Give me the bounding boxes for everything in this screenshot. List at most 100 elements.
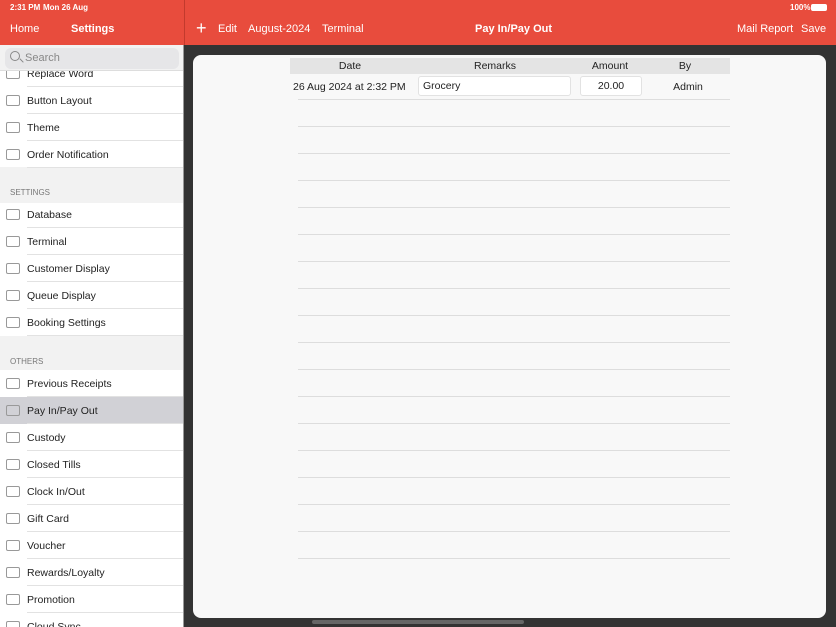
- clock-in-out-icon: [6, 486, 20, 497]
- sidebar-item-cloud-sync[interactable]: Cloud Sync: [0, 613, 183, 627]
- row-separator: [298, 558, 730, 559]
- settings-title: Settings: [71, 23, 115, 35]
- sidebar-item-promotion[interactable]: Promotion: [0, 586, 183, 613]
- row-separator: [298, 450, 730, 451]
- row-separator: [298, 342, 730, 343]
- previous-receipts-icon: [6, 378, 20, 389]
- row-separator: [298, 423, 730, 424]
- home-button[interactable]: Home: [10, 23, 39, 35]
- sidebar-item-label: Theme: [27, 121, 60, 134]
- sidebar-item-customer-display[interactable]: Customer Display: [0, 255, 183, 282]
- sidebar-item-label: Previous Receipts: [27, 377, 112, 390]
- add-icon[interactable]: +: [196, 18, 207, 39]
- sidebar-item-queue-display[interactable]: Queue Display: [0, 282, 183, 309]
- sidebar-item-label: Custody: [27, 431, 66, 444]
- search-icon: [10, 51, 20, 61]
- sidebar-item-terminal[interactable]: Terminal: [0, 228, 183, 255]
- sidebar-item-label: Voucher: [27, 539, 66, 552]
- row-separator: [298, 261, 730, 262]
- sidebar-item-booking-settings[interactable]: Booking Settings: [0, 309, 183, 336]
- status-time: 2:31 PM: [10, 3, 41, 12]
- sidebar: Search SETTINGS OTHERS Replace Word Butto…: [0, 45, 184, 627]
- battery-level: 100%: [790, 3, 811, 12]
- status-date: Mon 26 Aug: [43, 3, 89, 12]
- customer-display-icon: [6, 263, 20, 274]
- custody-icon: [6, 432, 20, 443]
- row-separator: [298, 126, 730, 127]
- sidebar-item-order-notification[interactable]: Order Notification: [0, 141, 183, 168]
- row-separator: [298, 99, 730, 100]
- edit-button[interactable]: Edit: [218, 23, 237, 35]
- row-date: 26 Aug 2024 at 2:32 PM: [293, 81, 406, 93]
- divider: [184, 0, 185, 45]
- sidebar-item-button-layout[interactable]: Button Layout: [0, 87, 183, 114]
- remarks-input[interactable]: Grocery: [418, 76, 571, 96]
- search-input[interactable]: Search: [5, 48, 179, 69]
- sidebar-item-label: Customer Display: [27, 262, 110, 275]
- sidebar-item-label: Button Layout: [27, 94, 92, 107]
- sidebar-item-label: Closed Tills: [27, 458, 81, 471]
- row-separator: [298, 477, 730, 478]
- search-placeholder: Search: [25, 52, 60, 64]
- section-header-others: OTHERS: [10, 357, 44, 366]
- terminal-selector[interactable]: Terminal: [322, 23, 364, 35]
- sidebar-item-clock-in-out[interactable]: Clock In/Out: [0, 478, 183, 505]
- sidebar-item-voucher[interactable]: Voucher: [0, 532, 183, 559]
- battery-icon: [811, 4, 827, 11]
- sidebar-item-label: Queue Display: [27, 289, 96, 302]
- column-remarks: Remarks: [473, 60, 516, 72]
- sidebar-item-label: Terminal: [27, 235, 67, 248]
- database-icon: [6, 209, 20, 220]
- sidebar-item-label: Database: [27, 208, 72, 221]
- sidebar-item-label: Rewards/Loyalty: [27, 566, 105, 579]
- sidebar-item-previous-receipts[interactable]: Previous Receipts: [0, 370, 183, 397]
- sidebar-item-label: Promotion: [27, 593, 75, 606]
- sidebar-item-label: Gift Card: [27, 512, 70, 525]
- cloud-sync-icon: [6, 621, 20, 627]
- pay-in-out-panel: Date Remarks Amount By 26 Aug 2024 at 2:…: [193, 55, 826, 618]
- save-button[interactable]: Save: [801, 23, 826, 35]
- theme-icon: [6, 122, 20, 133]
- home-indicator: [312, 620, 524, 624]
- closed-tills-icon: [6, 459, 20, 470]
- column-by: By: [678, 60, 692, 72]
- sidebar-item-custody[interactable]: Custody: [0, 424, 183, 451]
- sidebar-item-rewards-loyalty[interactable]: Rewards/Loyalty: [0, 559, 183, 586]
- row-separator: [298, 234, 730, 235]
- row-separator: [298, 180, 730, 181]
- mail-report-button[interactable]: Mail Report: [737, 23, 793, 35]
- sidebar-item-theme[interactable]: Theme: [0, 114, 183, 141]
- sidebar-item-label: Order Notification: [27, 148, 109, 161]
- button-layout-icon: [6, 95, 20, 106]
- row-separator: [298, 396, 730, 397]
- booking-settings-icon: [6, 317, 20, 328]
- voucher-icon: [6, 540, 20, 551]
- row-by: Admin: [673, 81, 703, 93]
- amount-input[interactable]: 20.00: [580, 76, 642, 96]
- sidebar-item-label: Pay In/Pay Out: [27, 404, 98, 417]
- terminal-icon: [6, 236, 20, 247]
- page-title: Pay In/Pay Out: [475, 23, 553, 35]
- queue-display-icon: [6, 290, 20, 301]
- sidebar-item-label: Clock In/Out: [27, 485, 85, 498]
- column-date: Date: [338, 60, 362, 72]
- promotion-icon: [6, 594, 20, 605]
- row-separator: [298, 288, 730, 289]
- section-gap: [0, 167, 183, 203]
- sidebar-item-gift-card[interactable]: Gift Card: [0, 505, 183, 532]
- sidebar-item-closed-tills[interactable]: Closed Tills: [0, 451, 183, 478]
- rewards-loyalty-icon: [6, 567, 20, 578]
- sidebar-item-database[interactable]: Database: [0, 201, 183, 228]
- section-header-settings: SETTINGS: [10, 188, 51, 197]
- row-separator: [298, 531, 730, 532]
- month-selector[interactable]: August-2024: [248, 23, 310, 35]
- row-separator: [298, 369, 730, 370]
- pay-in-pay-out-icon: [6, 405, 20, 416]
- row-separator: [298, 315, 730, 316]
- row-separator: [298, 153, 730, 154]
- row-separator: [298, 207, 730, 208]
- column-amount: Amount: [591, 60, 629, 72]
- sidebar-item-label: Cloud Sync: [27, 620, 81, 627]
- sidebar-item-pay-in-pay-out[interactable]: Pay In/Pay Out: [0, 397, 183, 424]
- order-notification-icon: [6, 149, 20, 160]
